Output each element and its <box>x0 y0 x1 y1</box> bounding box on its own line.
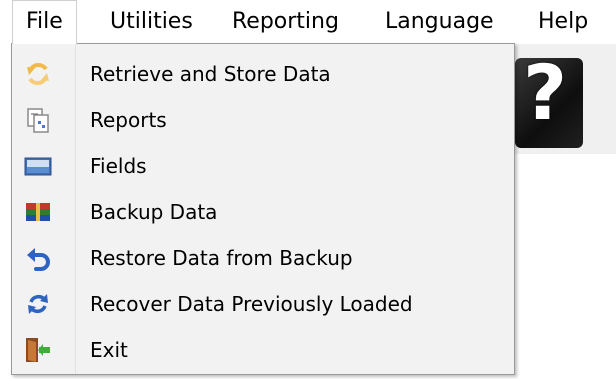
menu-help[interactable]: Help <box>538 0 588 44</box>
fields-icon <box>24 152 52 180</box>
menu-item-restore-backup[interactable]: Restore Data from Backup <box>12 235 514 281</box>
menu-item-fields[interactable]: Fields <box>12 143 514 189</box>
refresh-icon <box>24 60 52 88</box>
menu-item-reports[interactable]: Reports <box>12 97 514 143</box>
report-icon <box>24 106 52 134</box>
exit-door-icon <box>24 336 52 364</box>
help-question-icon: ? <box>523 48 568 137</box>
menu-item-backup-data[interactable]: Backup Data <box>12 189 514 235</box>
menubar: File Utilities Reporting Language Help <box>0 0 616 44</box>
menu-item-label: Reports <box>90 108 167 132</box>
menu-language[interactable]: Language <box>385 0 494 44</box>
menu-reporting[interactable]: Reporting <box>232 0 339 44</box>
undo-icon <box>24 244 52 272</box>
menu-item-recover-data[interactable]: Recover Data Previously Loaded <box>12 281 514 327</box>
menu-item-label: Exit <box>90 338 128 362</box>
menu-item-retrieve-store[interactable]: Retrieve and Store Data <box>12 51 514 97</box>
menu-item-label: Restore Data from Backup <box>90 246 353 270</box>
app-left-strip <box>0 44 11 379</box>
archive-icon <box>24 198 52 226</box>
menu-file[interactable]: File <box>12 0 77 44</box>
menu-item-label: Retrieve and Store Data <box>90 62 331 86</box>
file-menu-dropdown: Retrieve and Store Data Reports Fields B… <box>11 43 515 375</box>
menu-item-label: Recover Data Previously Loaded <box>90 292 413 316</box>
menu-item-label: Fields <box>90 154 147 178</box>
menu-item-exit[interactable]: Exit <box>12 327 514 373</box>
sync-icon <box>24 290 52 318</box>
menu-utilities[interactable]: Utilities <box>110 0 193 44</box>
menu-item-label: Backup Data <box>90 200 218 224</box>
